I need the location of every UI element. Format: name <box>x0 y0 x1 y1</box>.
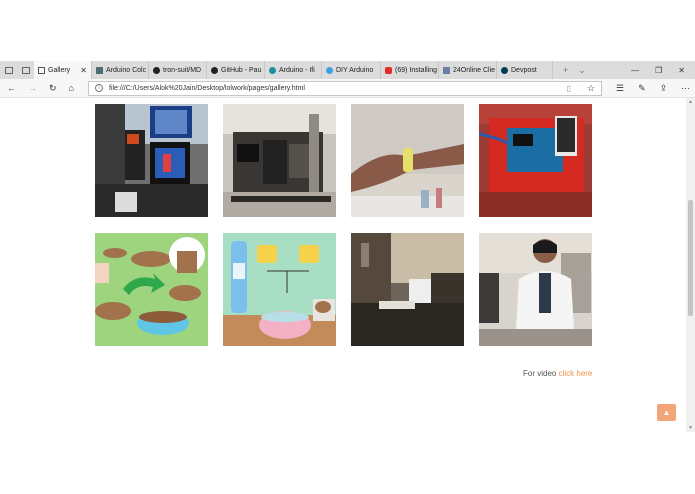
gallery-image-person-lab-coat[interactable] <box>479 233 592 346</box>
tab-extra: + ⌄ <box>553 65 586 76</box>
footer-video-text: For video click here <box>523 369 592 378</box>
new-tab-icon[interactable]: + <box>563 65 568 76</box>
url-field[interactable]: i file:///C:/Users/Alok%20Jain/Desktop/l… <box>88 80 602 96</box>
tab-label: Arduino Colc <box>106 66 147 74</box>
window-controls: — ❐ ✕ <box>631 66 695 75</box>
close-icon[interactable]: ✕ <box>80 66 87 75</box>
arduino-icon <box>96 66 103 74</box>
tab-gallery[interactable]: Gallery ✕ <box>34 61 92 79</box>
favorite-star-icon[interactable]: ☆ <box>587 83 595 94</box>
share-icon[interactable]: ⇪ <box>660 83 668 94</box>
tabs-preview-icon[interactable] <box>21 66 30 74</box>
favorites-icon[interactable]: ☰ <box>616 83 624 94</box>
window-close-icon[interactable]: ✕ <box>678 66 685 75</box>
forward-icon[interactable]: → <box>28 83 37 94</box>
network-icon <box>443 66 450 74</box>
gallery-image-machine[interactable] <box>223 104 336 217</box>
tab-label: Devpost <box>511 66 537 74</box>
tab-label: GitHub - Pau <box>221 66 262 74</box>
gallery-image-bottle-cups[interactable] <box>223 233 336 346</box>
tab-devpost[interactable]: Devpost <box>497 61 553 79</box>
gallery-image-hand-tube[interactable] <box>351 104 464 217</box>
youtube-icon <box>385 66 392 74</box>
back-to-top-button[interactable]: ▲ <box>657 404 676 421</box>
github-icon <box>153 66 160 74</box>
tab-24online[interactable]: 24Online Clie <box>439 61 497 79</box>
lab-equipment-photo <box>95 104 208 217</box>
tab-label: tron-suit/MD <box>163 66 202 74</box>
scrollbar[interactable]: ▲ ▼ <box>686 98 695 432</box>
scroll-down-icon[interactable]: ▼ <box>688 425 693 431</box>
globe-icon <box>326 66 333 74</box>
toolbar: ☰ ✎ ⇪ ⋯ <box>602 83 690 94</box>
back-icon[interactable]: ← <box>7 83 16 94</box>
arduino-icon <box>269 66 276 74</box>
tab-label: Arduino - Ifi <box>279 66 315 74</box>
tab-actions <box>0 61 34 79</box>
refresh-icon[interactable]: ↻ <box>49 83 57 94</box>
gallery-image-lab-room[interactable] <box>351 233 464 346</box>
soil-illustration <box>95 233 208 346</box>
info-icon[interactable]: i <box>95 84 103 92</box>
home-icon[interactable]: ⌂ <box>69 83 74 94</box>
gallery-image-arduino[interactable] <box>479 104 592 217</box>
restore-icon[interactable]: ❐ <box>655 66 662 75</box>
tab-arduino-colc[interactable]: Arduino Colc <box>92 61 149 79</box>
scrollbar-thumb[interactable] <box>688 200 693 316</box>
lab-room-photo <box>351 233 464 346</box>
tab-label: (69) Installing <box>395 66 438 74</box>
page-icon <box>38 66 45 74</box>
chevron-up-icon: ▲ <box>662 408 671 417</box>
pen-icon[interactable]: ✎ <box>638 83 646 94</box>
gallery-image-soil-illustration[interactable] <box>95 233 208 346</box>
tab-tron-suit[interactable]: tron-suit/MD <box>149 61 207 79</box>
hand-tube-photo <box>351 104 464 217</box>
url-text: file:///C:/Users/Alok%20Jain/Desktop/lol… <box>109 84 305 92</box>
minimize-icon[interactable]: — <box>631 66 639 75</box>
tab-arduino-ifi[interactable]: Arduino - Ifi <box>265 61 322 79</box>
tab-label: 24Online Clie <box>453 66 496 74</box>
address-bar: ← → ↻ ⌂ i file:///C:/Users/Alok%20Jain/D… <box>0 79 695 98</box>
footer-label: For video <box>523 369 557 378</box>
tab-label: DIY Arduino <box>336 66 374 74</box>
tabs-aside-icon[interactable] <box>4 66 13 74</box>
tab-bar: Gallery ✕ Arduino Colc tron-suit/MD GitH… <box>0 61 695 79</box>
tab-label: Gallery <box>48 66 71 74</box>
more-icon[interactable]: ⋯ <box>681 83 690 94</box>
bottle-cups-illustration <box>223 233 336 346</box>
page-content: For video click here ▲ <box>0 98 686 432</box>
github-icon <box>211 66 218 74</box>
tab-diy-arduino[interactable]: DIY Arduino <box>322 61 381 79</box>
tab-github-pau[interactable]: GitHub - Pau <box>207 61 265 79</box>
person-lab-coat-photo <box>479 233 592 346</box>
nav-buttons: ← → ↻ ⌂ <box>0 83 88 94</box>
scroll-up-icon[interactable]: ▲ <box>688 99 693 105</box>
chevron-down-icon[interactable]: ⌄ <box>578 65 586 76</box>
tab-installing[interactable]: (69) Installing <box>381 61 439 79</box>
arduino-board-photo <box>479 104 592 217</box>
devpost-icon <box>501 66 508 74</box>
reading-view-icon[interactable]: ▯ <box>567 84 571 93</box>
video-link[interactable]: click here <box>559 369 593 378</box>
machine-photo <box>223 104 336 217</box>
gallery-image-lab-equipment[interactable] <box>95 104 208 217</box>
